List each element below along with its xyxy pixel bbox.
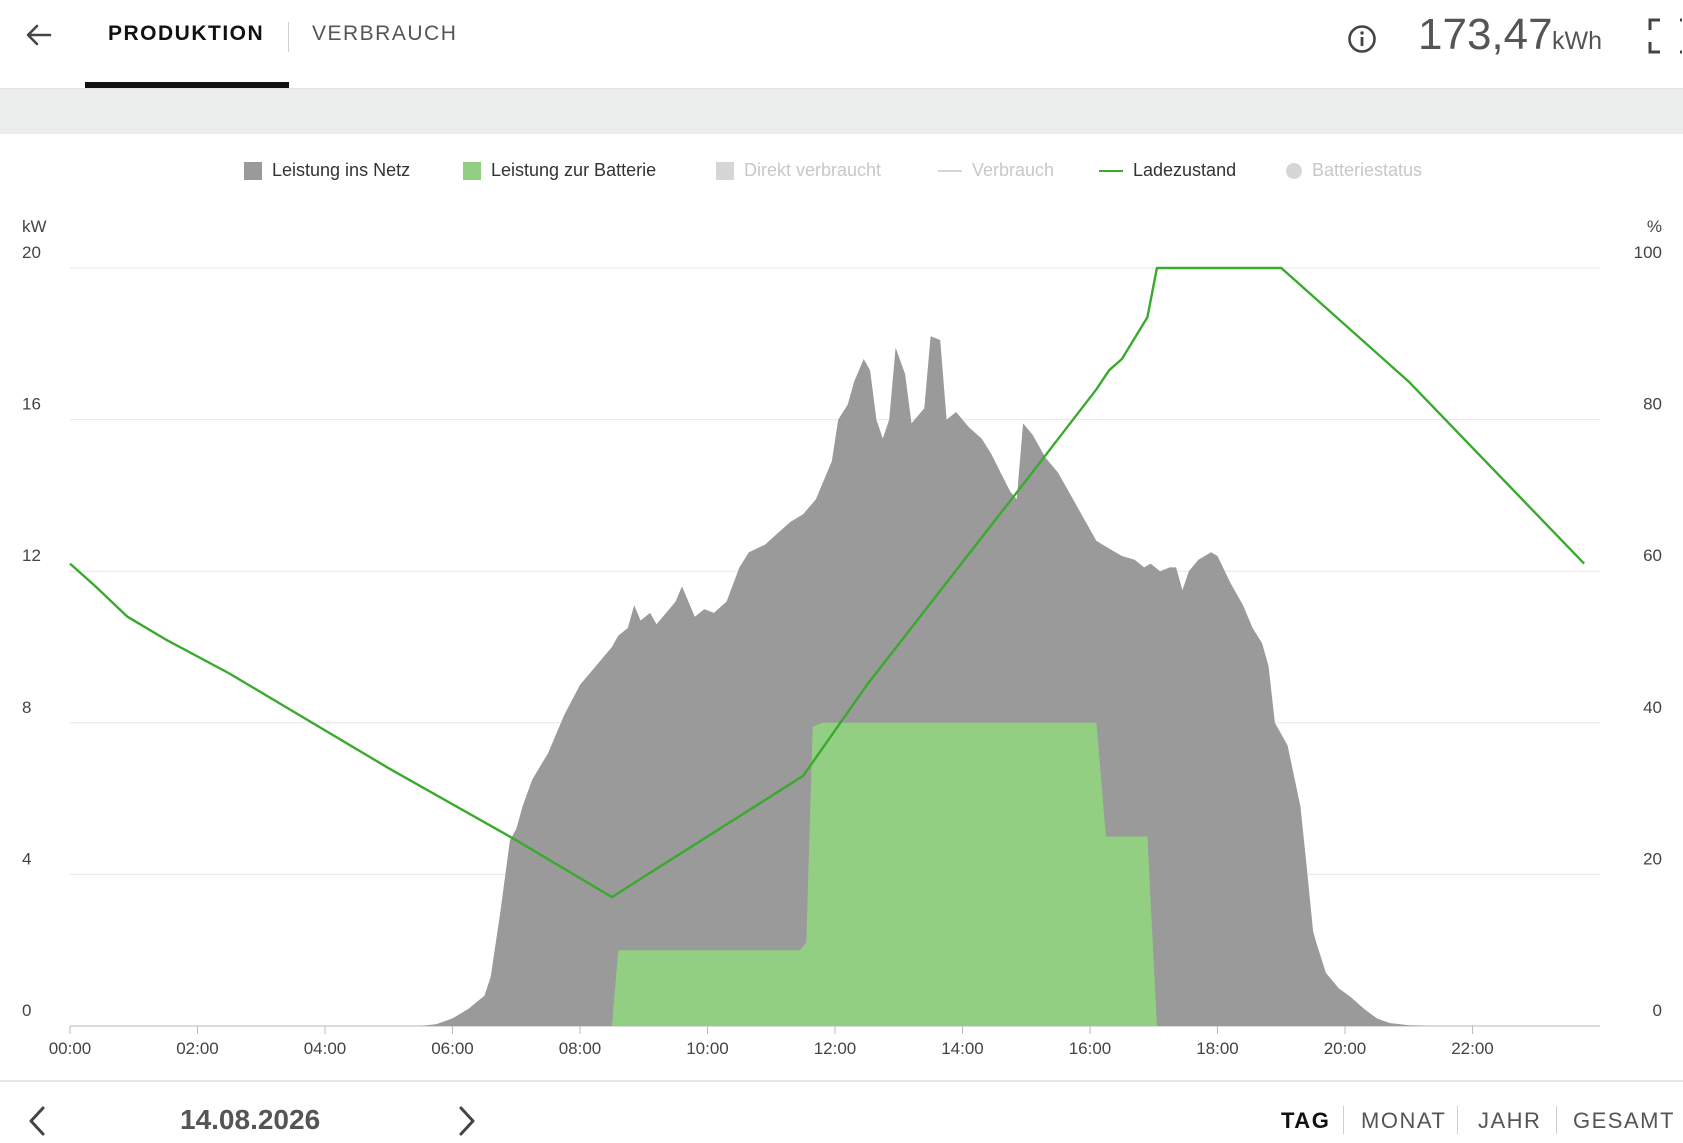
x-tick-label: 12:00 [814,1039,857,1058]
legend-item-direkt-verbraucht[interactable]: Direkt verbraucht [716,160,881,181]
arrow-left-icon [26,24,52,46]
legend-label: Ladezustand [1133,160,1237,180]
x-tick-label: 02:00 [176,1039,219,1058]
tab-produktion[interactable]: PRODUKTION [108,22,264,46]
legend-item-leistung-zur-batterie[interactable]: Leistung zur Batterie [463,160,656,181]
legend-swatch [1286,162,1302,179]
chevron-left-icon [29,1106,45,1136]
legend-label: Leistung zur Batterie [491,160,657,180]
toolbar-strip [0,89,1683,134]
chart-legend: Leistung ins Netz Leistung zur Batterie … [0,160,1683,186]
y-right-tick-label: 60 [1643,546,1662,565]
legend-label: Verbrauch [972,160,1055,180]
tab-separator [288,22,289,52]
total-energy-unit: kWh [1552,27,1602,55]
period-monat[interactable]: MONAT [1361,1108,1446,1134]
x-tick-label: 18:00 [1196,1039,1239,1058]
period-jahr[interactable]: JAHR [1478,1108,1541,1134]
next-day-button[interactable] [454,1104,480,1138]
x-tick-label: 14:00 [941,1039,984,1058]
y-left-tick-label: 4 [22,849,31,868]
legend-item-ladezustand[interactable]: Ladezustand [1099,160,1236,181]
y-right-tick-label: 100 [1634,243,1662,262]
x-tick-label: 00:00 [49,1039,92,1058]
y-left-tick-label: 20 [22,243,41,262]
y-right-tick-label: 0 [1653,1001,1662,1020]
current-date[interactable]: 14.08.2026 [180,1104,320,1136]
fullscreen-icon [1648,18,1682,54]
period-gesamt[interactable]: GESAMT [1573,1108,1675,1134]
y-left-tick-label: 12 [22,546,41,565]
x-tick-label: 06:00 [431,1039,474,1058]
legend-swatch [1099,169,1123,172]
info-button[interactable] [1346,23,1378,55]
period-separator [1457,1106,1458,1134]
previous-day-button[interactable] [24,1104,50,1138]
info-icon [1348,25,1376,53]
legend-item-verbrauch[interactable]: Verbrauch [938,160,1054,181]
period-tag[interactable]: TAG [1281,1108,1330,1134]
legend-swatch [463,161,481,180]
period-separator [1556,1106,1557,1134]
x-tick-label: 04:00 [304,1039,347,1058]
y-left-tick-label: 8 [22,698,31,717]
x-tick-label: 20:00 [1324,1039,1367,1058]
y-right-axis-label: % [1647,217,1662,236]
legend-swatch [938,169,962,172]
y-left-axis-label: kW [22,217,47,236]
app-header: PRODUKTION VERBRAUCH 173,47 kWh [0,0,1683,89]
legend-item-batteriestatus[interactable]: Batteriestatus [1286,160,1422,181]
back-button[interactable] [22,18,56,52]
x-tick-label: 10:00 [686,1039,729,1058]
period-separator [1343,1106,1344,1134]
y-left-tick-label: 0 [22,1001,31,1020]
total-energy-value: 173,47 [1418,10,1553,59]
legend-label: Leistung ins Netz [272,160,411,180]
x-tick-label: 22:00 [1451,1039,1494,1058]
date-navigation-bar: 14.08.2026 TAG MONAT JAHR GESAMT [0,1080,1683,1143]
legend-item-leistung-ins-netz[interactable]: Leistung ins Netz [244,160,410,181]
y-left-tick-label: 16 [22,395,41,414]
active-tab-indicator [85,82,289,88]
x-tick-label: 08:00 [559,1039,602,1058]
legend-swatch [244,161,262,180]
tab-verbrauch[interactable]: VERBRAUCH [312,22,457,46]
production-chart: 0 0 4 20 8 40 12 60 16 80 20 100 kW % 00:00 02:00 04:00 0… [22,217,1662,1058]
y-right-tick-label: 20 [1643,849,1662,868]
y-right-tick-label: 80 [1643,395,1662,414]
y-right-tick-label: 40 [1643,698,1662,717]
legend-label: Direkt verbraucht [744,160,882,180]
fullscreen-button[interactable] [1648,18,1682,54]
legend-label: Batteriestatus [1312,160,1423,180]
chevron-right-icon [459,1106,475,1136]
legend-swatch [716,161,734,180]
x-tick-label: 16:00 [1069,1039,1112,1058]
